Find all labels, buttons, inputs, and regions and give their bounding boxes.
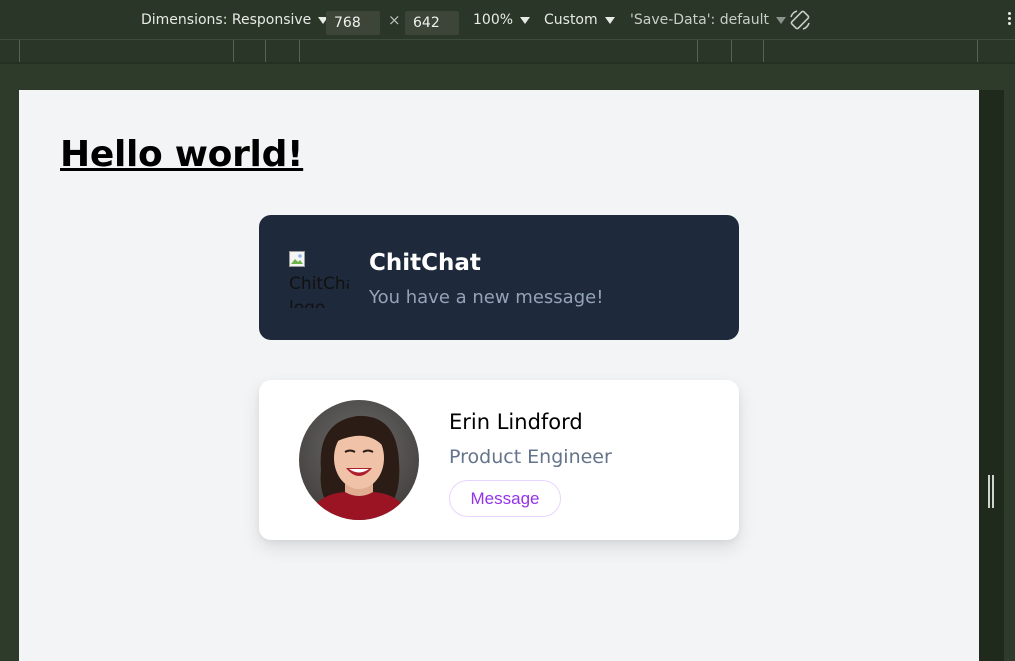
device-toolbar: Dimensions: Responsive 768 × 642 100% Cu… (0, 0, 1015, 40)
save-data-dropdown[interactable]: 'Save-Data': default (630, 0, 786, 40)
save-data-label: 'Save-Data': default (630, 12, 769, 28)
profile-name: Erin Lindford (449, 410, 583, 434)
avatar (299, 400, 419, 520)
dimensions-dropdown[interactable]: Dimensions: Responsive (141, 0, 329, 40)
times-sign: × (388, 11, 401, 29)
dimensions-label: Dimensions: Responsive (141, 12, 312, 28)
chevron-down-icon (604, 16, 615, 24)
logo-alt-text: ChitChat logo (289, 274, 349, 308)
zoom-dropdown[interactable]: 100% (473, 0, 531, 40)
profile-card: Erin Lindford Product Engineer Message (259, 380, 739, 540)
profile-role: Product Engineer (449, 446, 612, 468)
chitchat-notification-card: ChitChat logo ChitChat You have a new me… (259, 215, 739, 340)
resize-handle[interactable] (988, 475, 994, 508)
chitchat-logo: ChitChat logo (289, 248, 349, 308)
chevron-down-icon (520, 16, 531, 24)
media-query-ruler (0, 40, 1015, 64)
chevron-down-icon (775, 16, 786, 24)
viewport-right-gutter (979, 90, 1004, 661)
notification-title: ChitChat (369, 250, 481, 276)
width-input[interactable]: 768 (326, 11, 380, 35)
notification-message: You have a new message! (369, 287, 604, 308)
zoom-label: 100% (473, 12, 514, 28)
message-button[interactable]: Message (449, 480, 561, 517)
broken-image-icon (289, 251, 305, 267)
rotate-icon[interactable] (788, 0, 812, 40)
throttling-label: Custom (544, 12, 598, 28)
page-title: Hello world! (60, 134, 304, 175)
more-options-icon[interactable] (1008, 12, 1012, 27)
throttling-dropdown[interactable]: Custom (544, 0, 615, 40)
height-input[interactable]: 642 (405, 11, 459, 35)
page-viewport: Hello world! ChitChat logo ChitChat You … (19, 90, 979, 661)
